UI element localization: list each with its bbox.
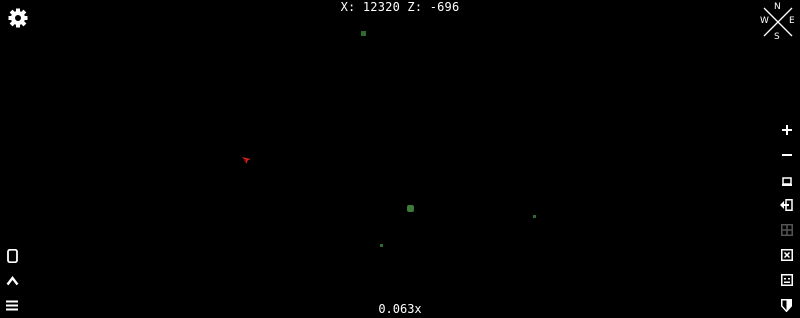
entity-marker[interactable] [361,31,366,36]
compass-west-label: W [760,16,769,26]
exit-icon[interactable] [780,199,793,211]
compass-icon[interactable]: N E S W [758,2,798,42]
gear-icon[interactable] [8,8,28,28]
chevron-up-icon[interactable] [6,276,19,286]
entity-marker[interactable] [533,215,536,218]
window-icon[interactable] [782,176,792,186]
coordinates-readout: X: 12320 Z: -696 [340,0,460,14]
plus-icon[interactable] [782,125,792,135]
map-view[interactable]: X: 12320 Z: -696 N E S W 0.063x [0,0,800,318]
entity-marker[interactable] [407,205,414,212]
face-box-icon[interactable] [781,274,793,286]
grid-icon[interactable] [781,224,793,236]
close-box-icon[interactable] [781,249,793,261]
minus-icon[interactable] [782,150,792,160]
zoom-level: 0.063x [378,302,422,316]
player-marker[interactable] [242,149,251,168]
phone-icon[interactable] [7,249,18,263]
entity-marker[interactable] [380,244,383,247]
compass-south-label: S [774,32,780,42]
compass-east-label: E [789,16,795,26]
compass-north-label: N [774,2,781,12]
